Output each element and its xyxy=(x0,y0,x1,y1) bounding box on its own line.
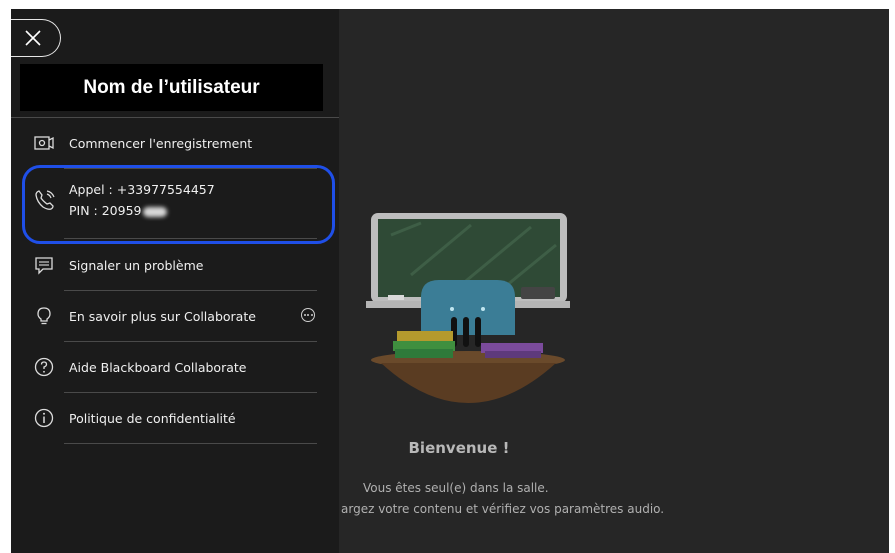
divider xyxy=(11,117,339,118)
more-options-icon[interactable] xyxy=(301,308,315,322)
main-stage xyxy=(339,9,889,553)
call-info: Appel : +33977554457 PIN : 20959 xyxy=(33,179,215,221)
user-name-header: Nom de l’utilisateur xyxy=(20,64,323,111)
divider xyxy=(64,238,317,239)
divider xyxy=(64,168,317,169)
alone-text: Vous êtes seul(e) dans la salle. xyxy=(363,481,549,495)
help-icon xyxy=(33,356,55,378)
report-problem-label: Signaler un problème xyxy=(69,257,204,273)
divider xyxy=(64,392,317,393)
divider xyxy=(64,290,317,291)
learn-more-label: En savoir plus sur Collaborate xyxy=(69,308,256,324)
report-problem-item[interactable]: Signaler un problème xyxy=(33,254,203,276)
help-label: Aide Blackboard Collaborate xyxy=(69,359,247,375)
start-recording-item[interactable]: Commencer l'enregistrement xyxy=(33,132,252,154)
privacy-item[interactable]: Politique de confidentialité xyxy=(33,407,236,429)
privacy-label: Politique de confidentialité xyxy=(69,410,236,426)
call-number: Appel : +33977554457 xyxy=(69,182,215,197)
redaction-blur xyxy=(142,206,167,217)
side-panel: Nom de l’utilisateur Commencer l'enregis… xyxy=(11,9,339,553)
start-recording-label: Commencer l'enregistrement xyxy=(69,135,253,151)
info-icon xyxy=(33,407,55,429)
camera-icon xyxy=(33,132,55,154)
help-item[interactable]: Aide Blackboard Collaborate xyxy=(33,356,246,378)
close-icon xyxy=(24,30,41,46)
upload-hint-text: argez votre contenu et vérifiez vos para… xyxy=(341,502,665,516)
divider xyxy=(64,341,317,342)
divider xyxy=(64,443,317,444)
phone-icon xyxy=(33,188,57,212)
classroom-illustration xyxy=(366,213,570,403)
welcome-title: Bienvenue ! xyxy=(408,439,510,457)
lightbulb-icon xyxy=(33,305,55,327)
collaborate-window: Bienvenue ! Vous êtes seul(e) dans la sa… xyxy=(11,9,889,553)
learn-more-item[interactable]: En savoir plus sur Collaborate xyxy=(33,305,256,327)
feedback-icon xyxy=(33,254,55,276)
pin-code: PIN : 20959 xyxy=(69,203,142,218)
close-panel-button[interactable] xyxy=(11,19,61,57)
